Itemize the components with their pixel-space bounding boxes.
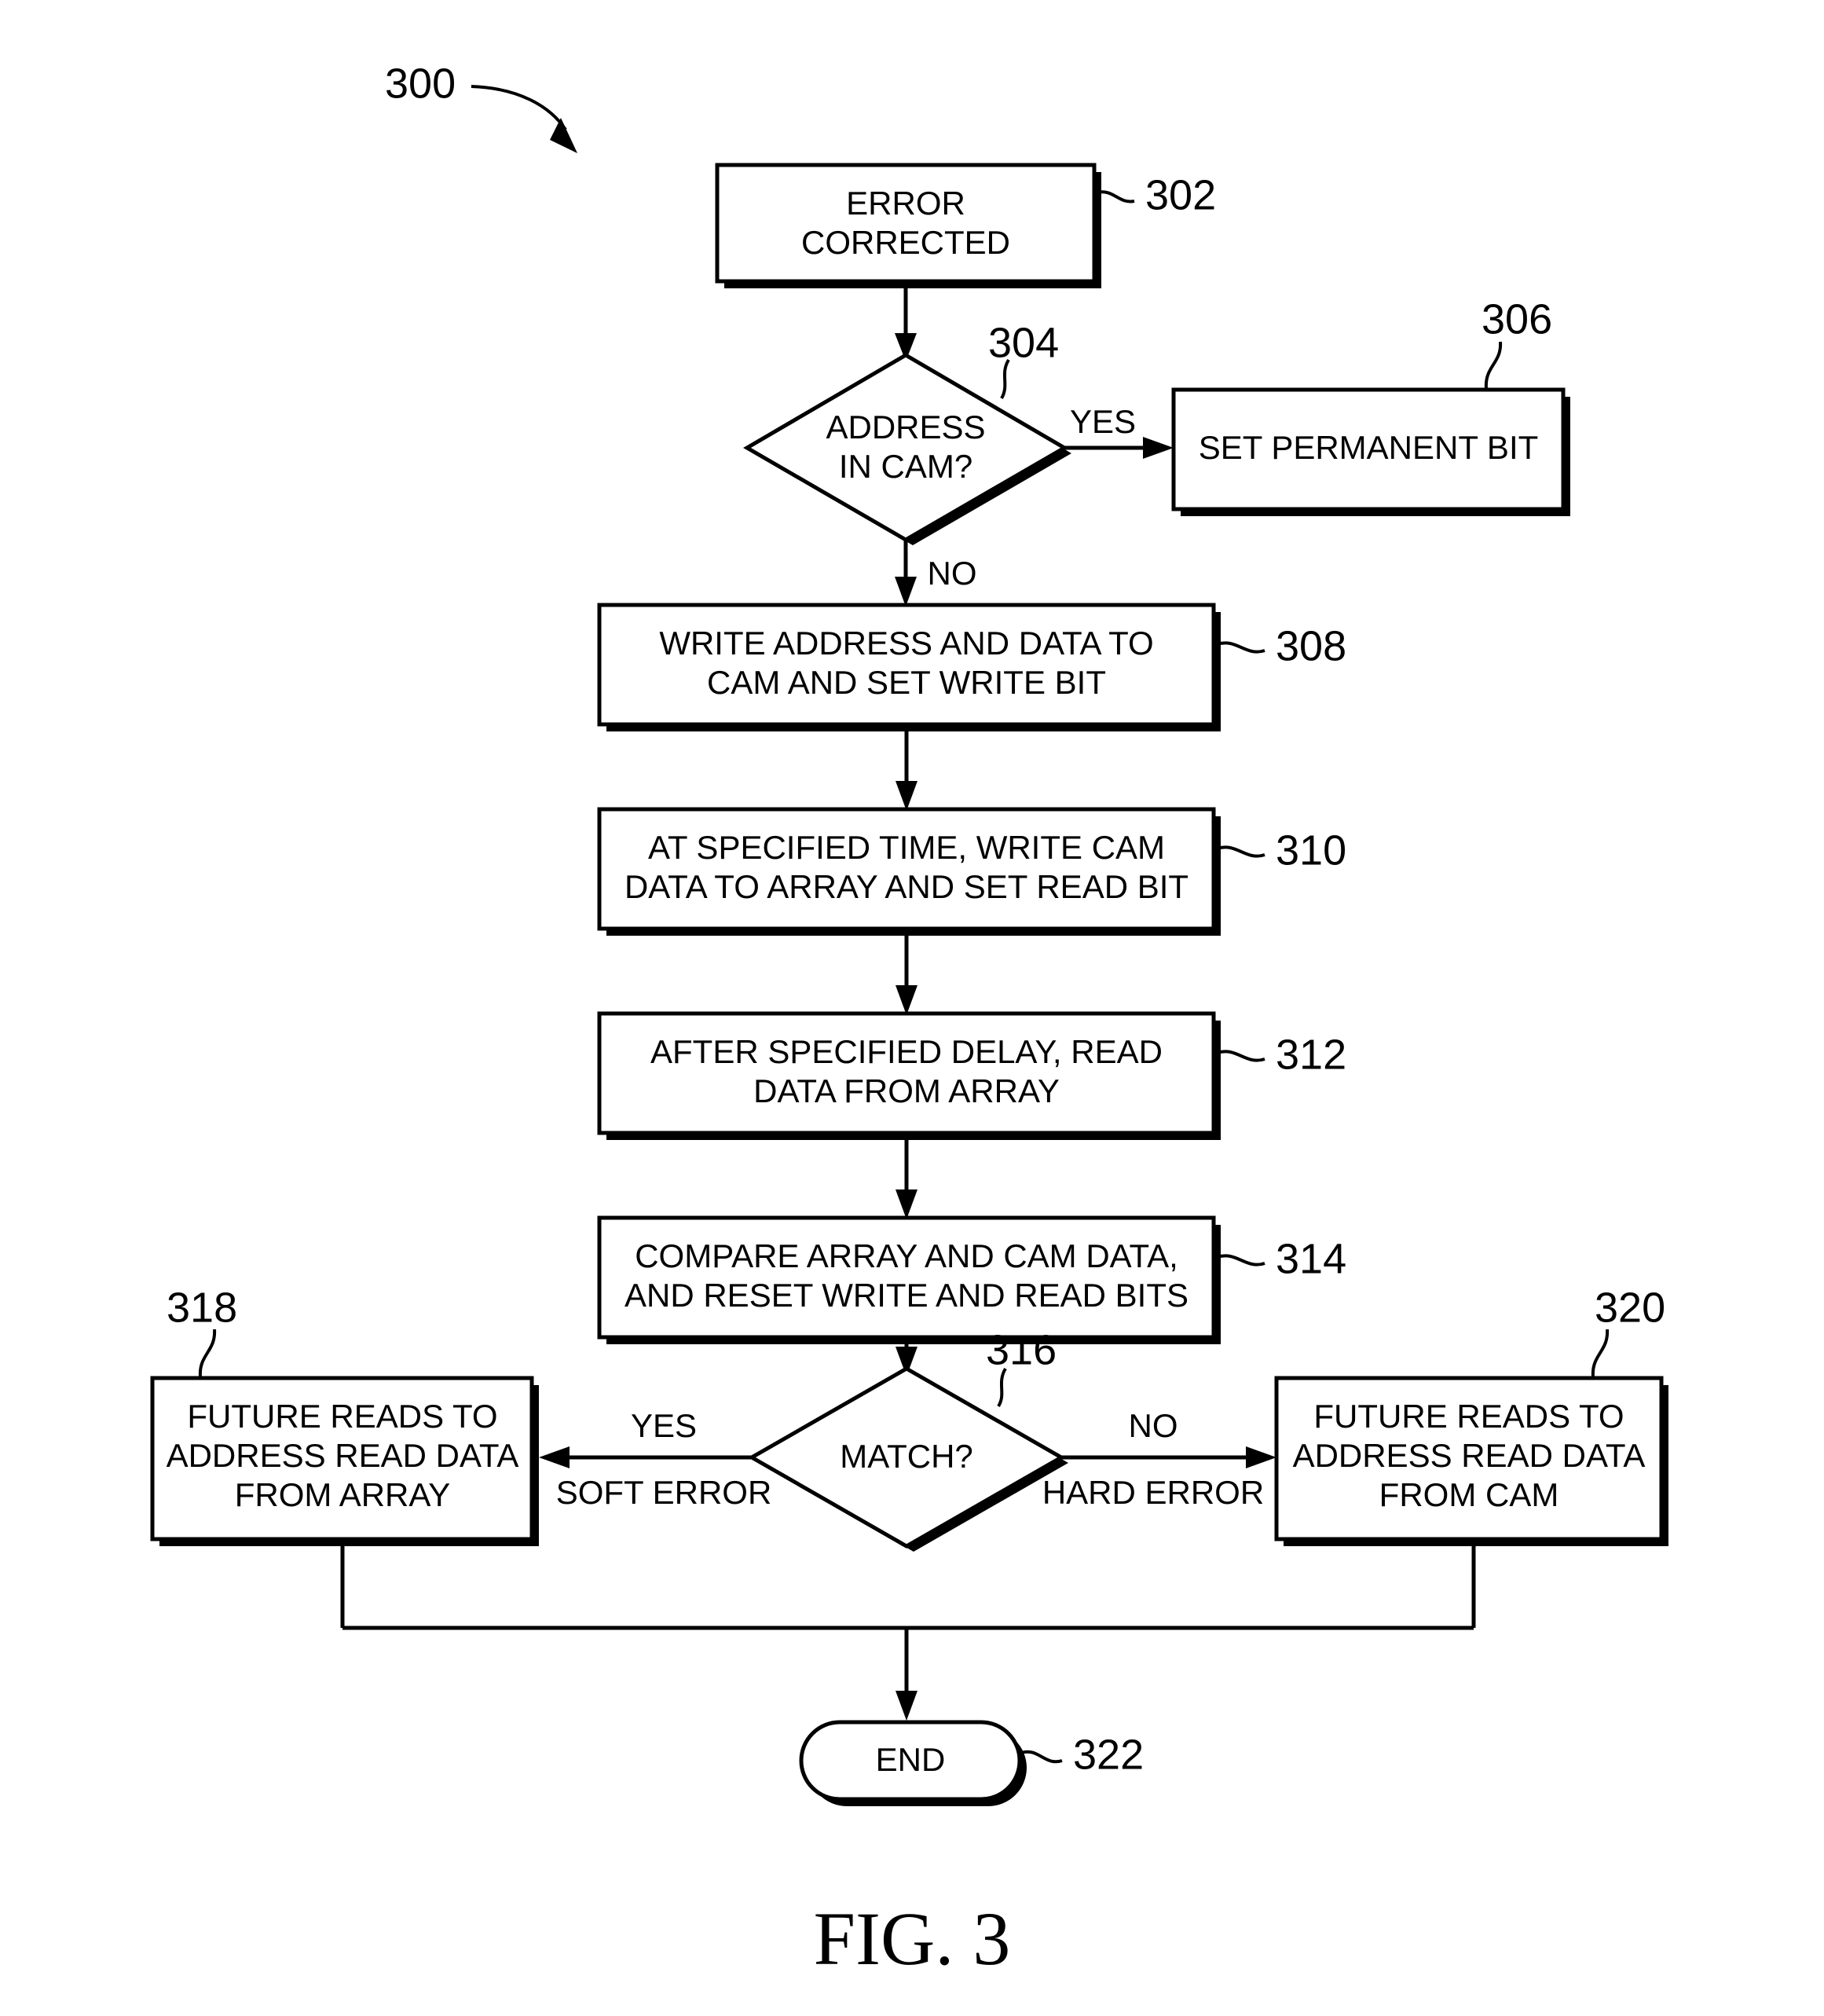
node-318-line3: FROM ARRAY	[235, 1476, 451, 1513]
node-314-ref-leader	[1217, 1254, 1265, 1266]
node-318-line1: FUTURE READS TO	[187, 1398, 497, 1435]
edge-312-to-314-arrowhead	[896, 1189, 917, 1219]
edge-304-no: NO	[895, 540, 977, 607]
node-308-ref-leader	[1217, 641, 1265, 654]
node-304[interactable]: ADDRESS IN CAM?	[743, 353, 1071, 545]
figure-caption: FIG. 3	[814, 1897, 1011, 1981]
node-312-ref-group: 312	[1217, 1031, 1346, 1078]
node-302-ref-group: 302	[1096, 171, 1216, 218]
node-310[interactable]: AT SPECIFIED TIME, WRITE CAM DATA TO ARR…	[597, 807, 1221, 936]
node-312[interactable]: AFTER SPECIFIED DELAY, READ DATA FROM AR…	[597, 1011, 1221, 1140]
edge-316-no-sublabel: HARD ERROR	[1042, 1474, 1264, 1511]
node-306-line1: SET PERMANENT BIT	[1199, 429, 1539, 466]
node-306-ref-label: 306	[1482, 295, 1552, 343]
node-302[interactable]: ERROR CORRECTED	[715, 163, 1101, 288]
diagram-ref-300-arrowhead	[550, 118, 577, 153]
node-320[interactable]: FUTURE READS TO ADDRESS READ DATA FROM C…	[1274, 1376, 1668, 1546]
node-304-line1: ADDRESS	[826, 409, 985, 445]
node-308-ref-label: 308	[1276, 622, 1346, 669]
node-310-ref-leader	[1217, 845, 1265, 858]
edge-304-no-arrowhead	[895, 577, 917, 607]
node-322[interactable]: END	[799, 1720, 1027, 1806]
diagram-ref-300-leader	[471, 85, 567, 131]
node-322-ref-group: 322	[1020, 1731, 1144, 1778]
edge-316-yes-arrowhead	[539, 1446, 570, 1468]
node-316-ref-label: 316	[986, 1326, 1057, 1373]
node-308-line2: CAM AND SET WRITE BIT	[707, 664, 1106, 701]
edge-304-no-label: NO	[928, 555, 977, 592]
node-306[interactable]: SET PERMANENT BIT	[1171, 387, 1570, 516]
node-310-line1: AT SPECIFIED TIME, WRITE CAM	[648, 829, 1165, 866]
node-316-ref-group: 316	[986, 1326, 1057, 1408]
node-310-ref-label: 310	[1276, 827, 1346, 874]
node-322-ref-label: 322	[1073, 1731, 1144, 1778]
node-308-ref-group: 308	[1217, 622, 1346, 669]
node-316-ref-leader	[997, 1367, 1007, 1408]
edge-316-yes-sublabel: SOFT ERROR	[556, 1474, 772, 1511]
node-314-line1: COMPARE ARRAY AND CAM DATA,	[635, 1237, 1178, 1274]
node-318-ref-leader	[198, 1329, 217, 1377]
node-302-ref-label: 302	[1145, 171, 1216, 218]
node-322-ref-leader	[1020, 1750, 1063, 1764]
node-306-ref-leader	[1484, 341, 1503, 389]
node-302-line1: ERROR	[846, 185, 965, 222]
edge-316-no: NO HARD ERROR	[1042, 1407, 1276, 1511]
node-320-line1: FUTURE READS TO	[1313, 1398, 1624, 1435]
edge-316-yes: YES SOFT ERROR	[539, 1407, 771, 1511]
edge-316-no-arrowhead	[1246, 1446, 1276, 1468]
node-316-line1: MATCH?	[840, 1438, 973, 1475]
edge-302-to-304	[895, 281, 917, 361]
node-314-line2: AND RESET WRITE AND READ BITS	[624, 1277, 1189, 1314]
edge-304-yes: YES	[1064, 403, 1174, 459]
node-306-ref-group: 306	[1482, 295, 1552, 389]
node-314-ref-label: 314	[1276, 1235, 1346, 1282]
node-318-ref-label: 318	[167, 1284, 237, 1331]
edge-304-yes-label: YES	[1070, 403, 1136, 440]
node-320-line3: FROM CAM	[1379, 1476, 1559, 1513]
node-304-line2: IN CAM?	[839, 448, 972, 485]
node-308-line1: WRITE ADDRESS AND DATA TO	[659, 625, 1153, 662]
node-318-ref-group: 318	[167, 1284, 237, 1377]
edge-316-yes-label: YES	[631, 1407, 697, 1444]
edge-308-to-310	[896, 724, 917, 811]
node-312-ref-leader	[1217, 1050, 1265, 1062]
edge-join-arrowhead	[896, 1691, 917, 1721]
figure-page: 300 ERROR CORRECTED 302 ADDRESS IN CAM?	[0, 0, 1824, 2016]
node-302-line2: CORRECTED	[801, 224, 1010, 261]
node-302-ref-leader	[1096, 190, 1135, 203]
node-310-ref-group: 310	[1217, 827, 1346, 874]
edge-308-to-310-arrowhead	[896, 781, 917, 811]
node-320-ref-label: 320	[1595, 1284, 1665, 1331]
diagram-ref-300-group: 300	[385, 60, 577, 153]
edge-join-to-end	[340, 1539, 1476, 1721]
node-314[interactable]: COMPARE ARRAY AND CAM DATA, AND RESET WR…	[597, 1215, 1221, 1344]
diagram-ref-300-label: 300	[385, 60, 456, 107]
node-318-line2: ADDRESS READ DATA	[167, 1437, 519, 1474]
flowchart-svg: 300 ERROR CORRECTED 302 ADDRESS IN CAM?	[150, 60, 1668, 1981]
node-312-line2: DATA FROM ARRAY	[753, 1072, 1060, 1109]
node-318[interactable]: FUTURE READS TO ADDRESS READ DATA FROM A…	[150, 1376, 539, 1546]
node-322-line1: END	[876, 1741, 946, 1778]
node-316[interactable]: MATCH?	[747, 1366, 1068, 1552]
node-308[interactable]: WRITE ADDRESS AND DATA TO CAM AND SET WR…	[597, 603, 1221, 731]
node-320-line2: ADDRESS READ DATA	[1293, 1437, 1646, 1474]
node-320-ref-group: 320	[1591, 1284, 1665, 1377]
node-312-ref-label: 312	[1276, 1031, 1346, 1078]
node-304-ref-group: 304	[988, 319, 1059, 400]
node-304-ref-label: 304	[988, 319, 1059, 366]
node-312-line1: AFTER SPECIFIED DELAY, READ	[650, 1033, 1163, 1070]
edge-310-to-312	[896, 929, 917, 1015]
edge-312-to-314	[896, 1133, 917, 1219]
node-314-ref-group: 314	[1217, 1235, 1346, 1282]
edge-304-yes-arrowhead	[1143, 437, 1174, 459]
edge-310-to-312-arrowhead	[896, 985, 917, 1015]
node-310-line2: DATA TO ARRAY AND SET READ BIT	[624, 868, 1189, 905]
edge-316-no-label: NO	[1129, 1407, 1178, 1444]
node-320-ref-leader	[1591, 1329, 1610, 1377]
node-302-fill	[717, 165, 1094, 281]
